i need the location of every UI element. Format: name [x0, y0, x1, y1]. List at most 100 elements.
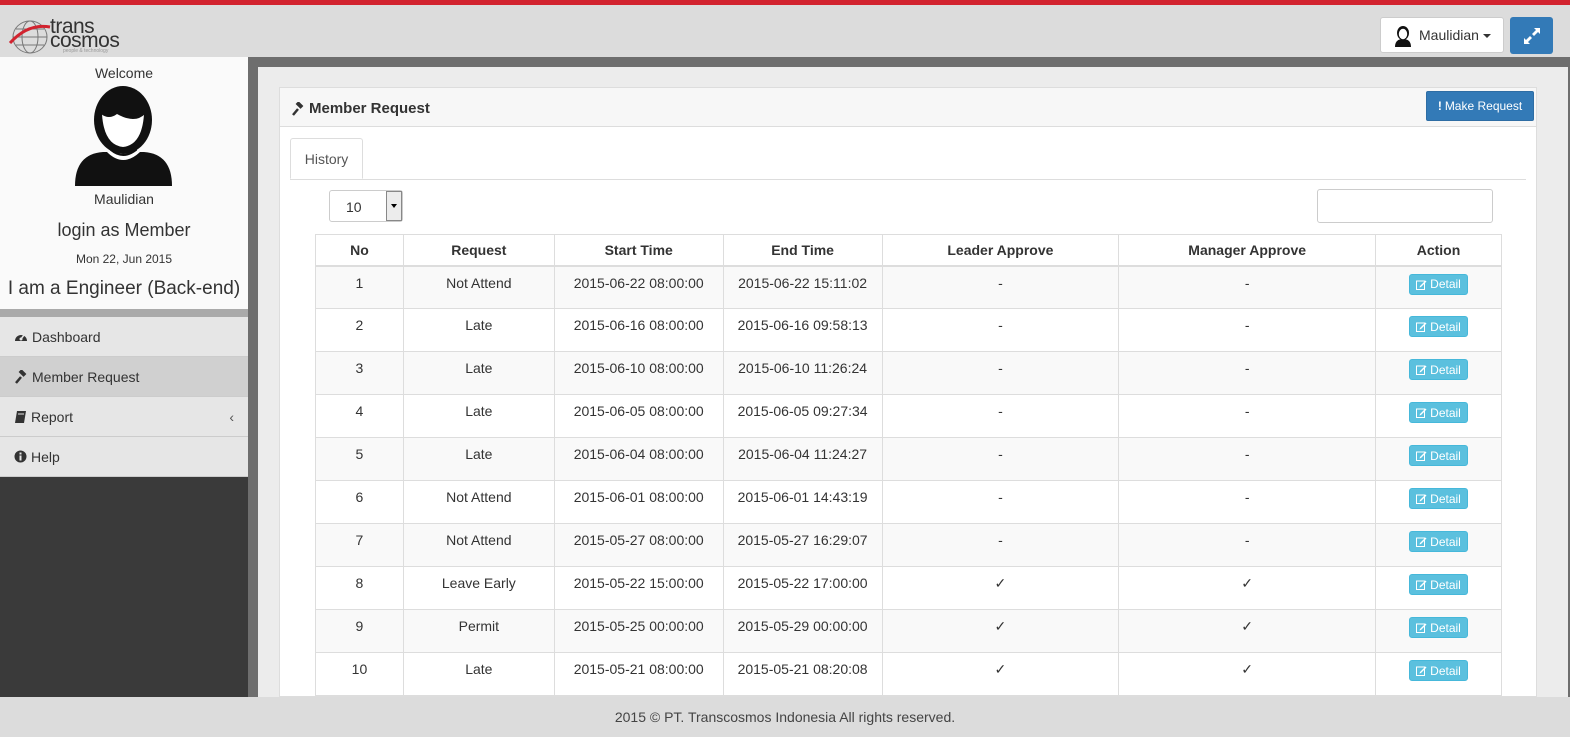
cell-manager-approve: -	[1118, 437, 1377, 481]
cell-start-time: 2015-05-27 08:00:00	[553, 523, 724, 567]
cell-start-time: 2015-06-16 08:00:00	[553, 308, 724, 352]
page-length-select[interactable]: 10	[329, 190, 403, 222]
cell-action: Detail	[1375, 351, 1502, 395]
detail-button-label: Detail	[1430, 577, 1461, 592]
member-request-panel: Member Request ! Make Request History 10	[279, 87, 1537, 697]
edit-icon	[1416, 408, 1427, 418]
edit-icon	[1416, 494, 1427, 504]
tab-bar: History	[290, 138, 1526, 180]
avatar-icon	[75, 86, 172, 186]
cell-request: Late	[402, 308, 555, 352]
cell-no: 10	[315, 652, 404, 696]
table-row: 7 Not Attend 2015-05-27 08:00:00 2015-05-27…	[315, 523, 1502, 567]
make-request-button[interactable]: ! Make Request	[1426, 91, 1534, 121]
cell-manager-approve: -	[1118, 351, 1377, 395]
edit-icon	[1416, 623, 1427, 633]
cell-request: Permit	[402, 609, 555, 653]
detail-button[interactable]: Detail	[1409, 445, 1469, 466]
cell-leader-approve: ✓	[881, 609, 1120, 653]
cell-manager-approve: -	[1118, 523, 1377, 567]
cell-request: Late	[402, 351, 555, 395]
transcosmos-logo[interactable]: trans cosmos people & technology	[8, 16, 120, 57]
cell-end-time: 2015-05-27 16:29:07	[722, 523, 883, 567]
column-header-start-time[interactable]: Start Time	[553, 234, 724, 267]
sidebar-item-member-request[interactable]: Member Request	[0, 357, 248, 397]
column-header-no[interactable]: No	[315, 234, 404, 267]
request-history-table: No Request Start Time End Time Leader Ap…	[315, 234, 1502, 696]
cell-leader-approve: ✓	[881, 652, 1120, 696]
detail-button-label: Detail	[1430, 277, 1461, 291]
cell-end-time: 2015-05-29 00:00:00	[722, 609, 883, 653]
cell-no: 6	[315, 480, 404, 524]
panel-title-text: Member Request	[309, 100, 430, 117]
cell-request: Late	[402, 652, 555, 696]
column-header-manager-approve[interactable]: Manager Approve	[1118, 234, 1377, 267]
detail-button-label: Detail	[1430, 405, 1461, 420]
current-date: Mon 22, Jun 2015	[75, 252, 173, 266]
cell-end-time: 2015-06-10 11:26:24	[722, 351, 883, 395]
detail-button[interactable]: Detail	[1409, 617, 1469, 638]
sidebar-menu: Dashboard Member Request Report ‹ Help	[0, 317, 248, 477]
detail-button-label: Detail	[1430, 448, 1461, 463]
user-menu-button[interactable]: Maulidian	[1380, 17, 1504, 53]
table-row: 10 Late 2015-05-21 08:00:00 2015-05-21 08:2…	[315, 652, 1502, 696]
cell-action: Detail	[1375, 308, 1502, 352]
login-role-text: login as Member	[57, 220, 191, 240]
sidebar-item-dashboard[interactable]: Dashboard	[0, 317, 248, 357]
cell-start-time: 2015-06-10 08:00:00	[553, 351, 724, 395]
logo-line-2: cosmos	[50, 29, 120, 52]
cell-manager-approve: ✓	[1118, 652, 1377, 696]
cell-start-time: 2015-06-01 08:00:00	[553, 480, 724, 524]
edit-icon	[1416, 280, 1427, 290]
detail-button[interactable]: Detail	[1409, 574, 1469, 595]
dropdown-arrow-icon[interactable]	[386, 191, 402, 221]
info-circle-icon	[14, 450, 27, 463]
table-row: 3 Late 2015-06-10 08:00:00 2015-06-10 11:26…	[315, 351, 1502, 395]
column-header-request[interactable]: Request	[402, 234, 555, 267]
make-request-label: Make Request	[1444, 99, 1523, 113]
cell-end-time: 2015-05-21 08:20:08	[722, 652, 883, 696]
edit-icon	[1416, 580, 1427, 590]
edit-icon	[1416, 537, 1427, 547]
cell-manager-approve: -	[1118, 308, 1377, 352]
table-row: 9 Permit 2015-05-25 00:00:00 2015-05-29 00:…	[315, 609, 1502, 653]
cell-manager-approve: -	[1118, 394, 1377, 438]
cell-leader-approve: -	[881, 437, 1120, 481]
column-header-action: Action	[1375, 234, 1502, 267]
table-header-row: No Request Start Time End Time Leader Ap…	[315, 234, 1502, 267]
chevron-left-icon: ‹	[229, 409, 234, 425]
detail-button[interactable]: Detail	[1409, 359, 1469, 380]
tab-history[interactable]: History	[290, 138, 363, 179]
copyright-text: 2015 © PT. Transcosmos Indonesia All rig…	[614, 709, 956, 725]
logo-wordmark: trans cosmos	[50, 16, 120, 52]
detail-button-label: Detail	[1430, 620, 1461, 635]
detail-button[interactable]: Detail	[1409, 660, 1469, 681]
cell-end-time: 2015-06-04 11:24:27	[722, 437, 883, 481]
gavel-icon	[292, 101, 304, 116]
column-header-end-time[interactable]: End Time	[722, 234, 883, 267]
detail-button[interactable]: Detail	[1409, 402, 1469, 423]
cell-end-time: 2015-06-22 15:11:02	[722, 265, 883, 309]
cell-no: 9	[315, 609, 404, 653]
cell-action: Detail	[1375, 437, 1502, 481]
cell-action: Detail	[1375, 652, 1502, 696]
detail-button[interactable]: Detail	[1409, 316, 1469, 337]
fullscreen-button[interactable]	[1510, 17, 1553, 54]
sidebar-item-report[interactable]: Report ‹	[0, 397, 248, 437]
gavel-icon	[15, 369, 27, 384]
detail-button[interactable]: Detail	[1409, 488, 1469, 509]
detail-button[interactable]: Detail	[1409, 273, 1469, 295]
cell-no: 8	[315, 566, 404, 610]
detail-button[interactable]: Detail	[1409, 531, 1469, 552]
cell-manager-approve: -	[1118, 480, 1377, 524]
cell-action: Detail	[1375, 523, 1502, 567]
chevron-down-icon	[1482, 34, 1491, 38]
dashboard-icon	[15, 334, 27, 341]
column-header-leader-approve[interactable]: Leader Approve	[881, 234, 1120, 267]
cell-start-time: 2015-05-25 00:00:00	[553, 609, 724, 653]
cell-action: Detail	[1375, 480, 1502, 524]
user-menu-label: Maulidian	[1419, 27, 1479, 43]
sidebar-item-help[interactable]: Help	[0, 437, 248, 477]
search-input[interactable]	[1317, 189, 1493, 223]
detail-button-label: Detail	[1430, 491, 1461, 506]
